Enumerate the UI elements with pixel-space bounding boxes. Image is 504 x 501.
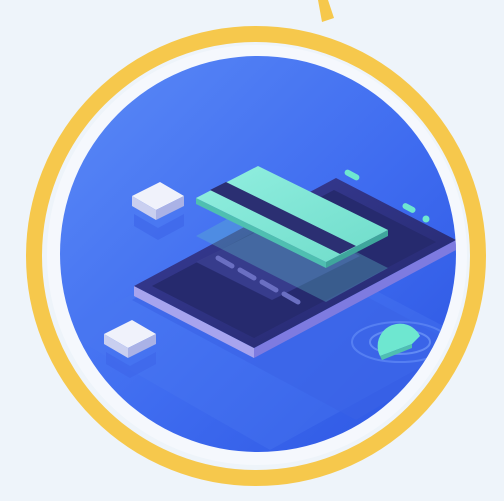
illustration-canvas [26, 0, 486, 486]
payment-illustration [0, 0, 504, 501]
